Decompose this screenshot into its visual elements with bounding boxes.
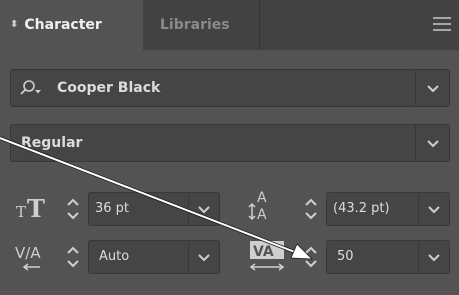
dropdown-arrow-icon[interactable]	[427, 202, 441, 216]
tracking-field[interactable]: 50	[326, 240, 450, 274]
tracking-value: 50	[337, 249, 354, 264]
font-search-icon[interactable]	[19, 78, 43, 98]
font-size-icon: T T	[16, 194, 45, 221]
tab-character[interactable]: ⬍ Character	[0, 0, 143, 50]
svg-text:A: A	[257, 207, 267, 223]
dropdown-arrow-icon[interactable]	[425, 80, 441, 96]
svg-text:V/A: V/A	[15, 244, 41, 262]
font-size-field[interactable]: 36 pt	[88, 192, 220, 226]
tracking-icon: VA	[249, 241, 285, 271]
tracking-stepper[interactable]	[300, 240, 322, 274]
character-panel: ⬍ Character Libraries Cooper Black Regul…	[0, 0, 459, 295]
divider	[418, 193, 419, 225]
kerning-icon: V/A	[15, 244, 41, 271]
leading-icon: A A	[248, 190, 267, 223]
leading-value: (43.2 pt)	[333, 201, 390, 216]
font-style-dropdown[interactable]: Regular	[10, 124, 450, 162]
svg-text:VA: VA	[253, 244, 274, 260]
divider	[188, 241, 189, 273]
font-size-stepper[interactable]	[62, 192, 84, 226]
kerning-value: Auto	[99, 249, 130, 264]
dropdown-arrow-icon[interactable]	[197, 250, 211, 264]
divider	[418, 241, 419, 273]
font-style-value: Regular	[21, 135, 83, 151]
divider	[188, 193, 189, 225]
panel-menu-icon[interactable]	[433, 17, 451, 31]
collapse-chevron-icon[interactable]: ⬍	[10, 20, 18, 30]
leading-stepper[interactable]	[300, 192, 322, 226]
tab-character-label: Character	[24, 17, 102, 33]
tab-libraries[interactable]: Libraries	[143, 0, 260, 50]
divider	[415, 70, 416, 106]
font-size-value: 36 pt	[95, 201, 130, 216]
svg-text:A: A	[257, 190, 267, 206]
kerning-stepper[interactable]	[62, 240, 84, 274]
kerning-field[interactable]: Auto	[88, 240, 220, 274]
font-family-value: Cooper Black	[57, 80, 161, 96]
panel-tab-bar: ⬍ Character Libraries	[0, 0, 459, 50]
svg-text:T: T	[16, 203, 26, 221]
svg-text:T: T	[27, 194, 45, 221]
font-family-dropdown[interactable]: Cooper Black	[10, 69, 450, 107]
dropdown-arrow-icon[interactable]	[197, 202, 211, 216]
leading-field[interactable]: (43.2 pt)	[326, 192, 450, 226]
dropdown-arrow-icon[interactable]	[425, 135, 441, 151]
dropdown-arrow-icon[interactable]	[427, 250, 441, 264]
divider	[415, 125, 416, 161]
tab-libraries-label: Libraries	[160, 17, 230, 33]
